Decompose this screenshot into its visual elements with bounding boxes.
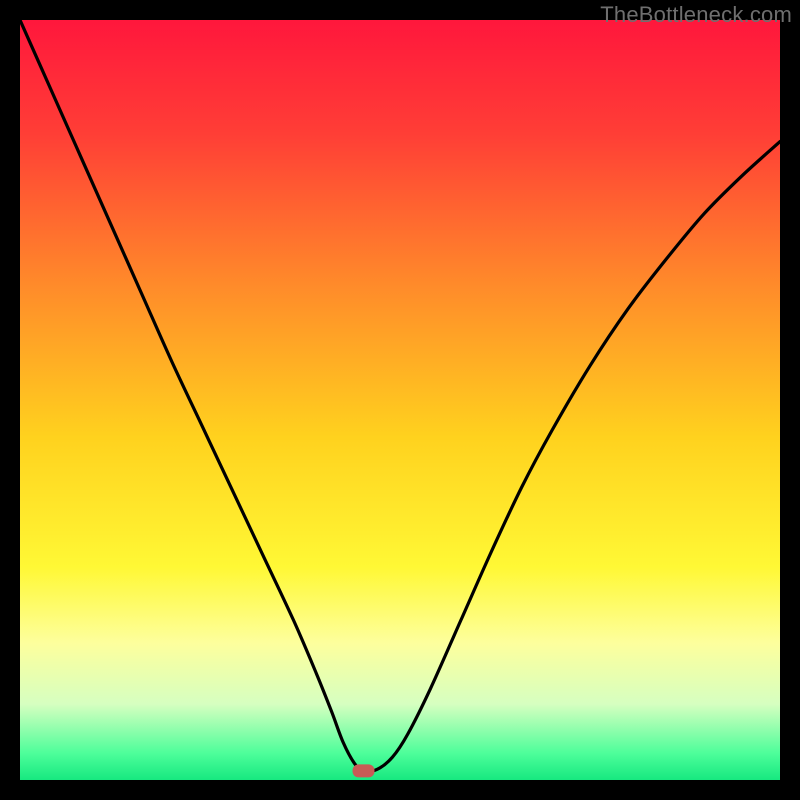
chart-frame <box>20 20 780 780</box>
gradient-background <box>20 20 780 780</box>
optimum-marker <box>353 764 375 777</box>
bottleneck-chart <box>20 20 780 780</box>
watermark-text: TheBottleneck.com <box>600 2 792 28</box>
